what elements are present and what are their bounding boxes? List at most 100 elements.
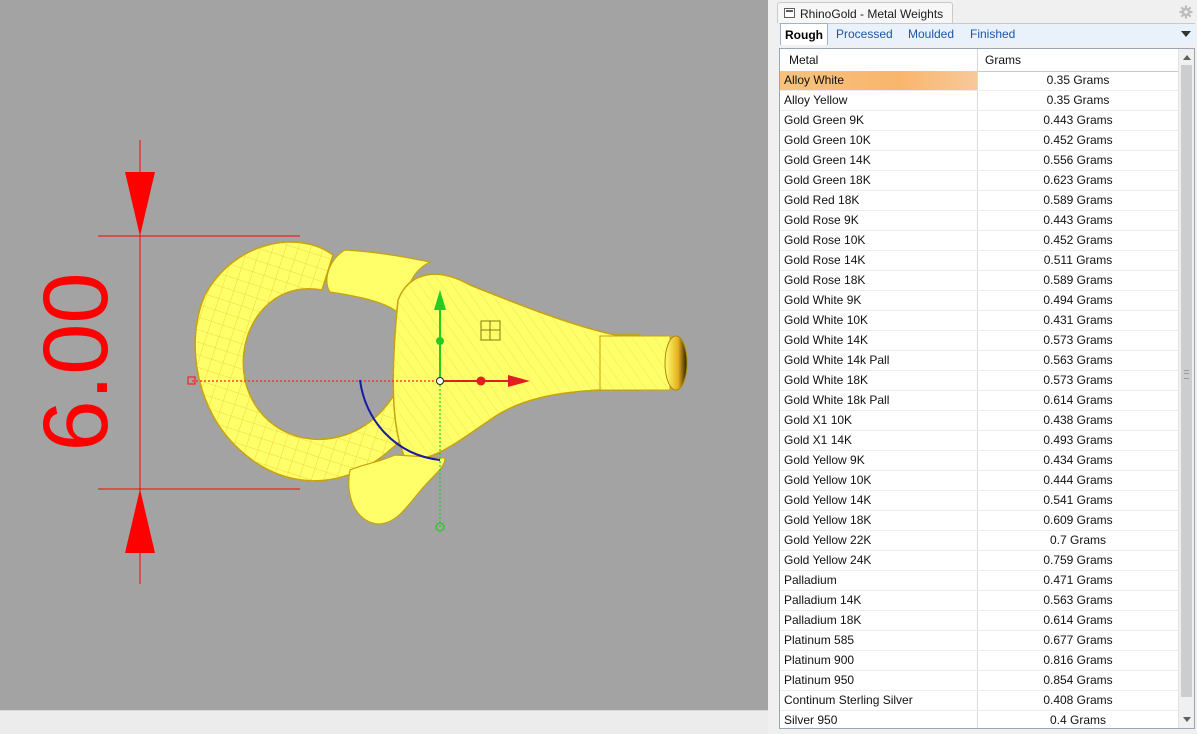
scroll-down-icon[interactable] <box>1183 717 1191 722</box>
cell-metal: Alloy Yellow <box>780 91 978 110</box>
cell-grams: 0.4 Grams <box>1049 713 1106 727</box>
dimension-arrow-top-icon <box>125 172 155 236</box>
cell-metal: Gold White 18k Pall <box>780 391 978 410</box>
cell-metal: Palladium <box>780 571 978 590</box>
tab-moulded[interactable]: Moulded <box>904 24 958 45</box>
table-row[interactable]: Gold Green 18K 0.623 Grams <box>780 171 1178 191</box>
viewport-canvas[interactable]: 6.00 <box>0 0 768 710</box>
table-row[interactable]: Palladium 0.471 Grams <box>780 571 1178 591</box>
table-row[interactable]: Palladium 18K 0.614 Grams <box>780 611 1178 631</box>
dimension-arrow-bottom-icon <box>125 489 155 553</box>
weight-mode-tabs: Rough Processed Moulded Finished <box>779 23 1195 45</box>
table-row[interactable]: Gold White 18K 0.573 Grams <box>780 371 1178 391</box>
cell-grams: 0.471 Grams <box>1043 573 1113 587</box>
cell-metal: Palladium 18K <box>780 611 978 630</box>
table-row[interactable]: Gold Yellow 22K 0.7 Grams <box>780 531 1178 551</box>
cell-grams: 0.35 Grams <box>1046 73 1110 87</box>
cell-metal: Palladium 14K <box>780 591 978 610</box>
cell-grams: 0.431 Grams <box>1043 313 1113 327</box>
table-row[interactable]: Alloy White 0.35 Grams <box>780 71 1178 91</box>
table-row[interactable]: Gold Yellow 14K 0.541 Grams <box>780 491 1178 511</box>
cell-metal: Gold Yellow 18K <box>780 511 978 530</box>
cell-metal: Platinum 585 <box>780 631 978 650</box>
cell-metal: Gold Rose 14K <box>780 251 978 270</box>
cell-metal: Gold Green 18K <box>780 171 978 190</box>
cell-metal: Gold Yellow 22K <box>780 531 978 550</box>
table-row[interactable]: Gold White 18k Pall 0.614 Grams <box>780 391 1178 411</box>
cell-grams: 0.493 Grams <box>1043 433 1113 447</box>
cell-metal: Continum Sterling Silver <box>780 691 978 710</box>
table-row[interactable]: Gold Rose 18K 0.589 Grams <box>780 271 1178 291</box>
table-row[interactable]: Palladium 14K 0.563 Grams <box>780 591 1178 611</box>
cell-metal: Gold Green 10K <box>780 131 978 150</box>
cell-metal: Gold Yellow 9K <box>780 451 978 470</box>
cell-grams: 0.573 Grams <box>1043 333 1113 347</box>
table-row[interactable]: Gold Rose 14K 0.511 Grams <box>780 251 1178 271</box>
table-row[interactable]: Platinum 900 0.816 Grams <box>780 651 1178 671</box>
table-row[interactable]: Platinum 950 0.854 Grams <box>780 671 1178 691</box>
table-row[interactable]: Gold Green 14K 0.556 Grams <box>780 151 1178 171</box>
table-row[interactable]: Continum Sterling Silver 0.408 Grams <box>780 691 1178 711</box>
table-row[interactable]: Silver 950 0.4 Grams <box>780 711 1178 728</box>
cell-grams: 0.452 Grams <box>1043 233 1113 247</box>
viewport-status-strip <box>0 710 768 734</box>
metal-weights-panel: RhinoGold - Metal Weights Rough Processe… <box>777 0 1197 733</box>
table-row[interactable]: Gold X1 10K 0.438 Grams <box>780 411 1178 431</box>
cell-metal: Gold Red 18K <box>780 191 978 210</box>
cell-metal: Gold Green 9K <box>780 111 978 130</box>
panel-splitter[interactable] <box>768 0 777 733</box>
table-row[interactable]: Gold Green 9K 0.443 Grams <box>780 111 1178 131</box>
gear-icon[interactable] <box>1179 5 1193 19</box>
cell-grams: 0.438 Grams <box>1043 413 1113 427</box>
column-header-metal[interactable]: Metal <box>780 49 978 71</box>
table-header: Metal Grams <box>780 49 1178 72</box>
cell-grams: 0.434 Grams <box>1043 453 1113 467</box>
cell-metal: Gold White 14K <box>780 331 978 350</box>
scrollbar-thumb[interactable] <box>1181 65 1192 697</box>
cell-metal: Gold Rose 9K <box>780 211 978 230</box>
cell-grams: 0.854 Grams <box>1043 673 1113 687</box>
cell-grams: 0.677 Grams <box>1043 633 1113 647</box>
table-row[interactable]: Gold Yellow 24K 0.759 Grams <box>780 551 1178 571</box>
table-row[interactable]: Gold Yellow 10K 0.444 Grams <box>780 471 1178 491</box>
tab-rough[interactable]: Rough <box>780 23 828 45</box>
table-row[interactable]: Gold Yellow 9K 0.434 Grams <box>780 451 1178 471</box>
table-row[interactable]: Gold White 14k Pall 0.563 Grams <box>780 351 1178 371</box>
cell-grams: 0.408 Grams <box>1043 693 1113 707</box>
cell-grams: 0.589 Grams <box>1043 193 1113 207</box>
table-row[interactable]: Platinum 585 0.677 Grams <box>780 631 1178 651</box>
cell-metal: Gold Rose 18K <box>780 271 978 290</box>
panel-tab[interactable]: RhinoGold - Metal Weights <box>777 2 953 23</box>
table-body: Alloy White 0.35 Grams Alloy Yellow 0.35 Gr… <box>780 71 1178 728</box>
cell-grams: 0.563 Grams <box>1043 593 1113 607</box>
dimension-annotation[interactable]: 6.00 <box>25 140 300 584</box>
column-header-grams[interactable]: Grams <box>978 49 1178 71</box>
tab-processed[interactable]: Processed <box>832 24 897 45</box>
table-row[interactable]: Gold Rose 10K 0.452 Grams <box>780 231 1178 251</box>
vertical-scrollbar[interactable] <box>1178 49 1194 728</box>
cell-grams: 0.35 Grams <box>1046 93 1110 107</box>
cell-grams: 0.614 Grams <box>1043 393 1113 407</box>
scroll-up-icon[interactable] <box>1183 55 1191 60</box>
table-row[interactable]: Gold White 14K 0.573 Grams <box>780 331 1178 351</box>
table-row[interactable]: Gold White 9K 0.494 Grams <box>780 291 1178 311</box>
dropdown-arrow-icon[interactable] <box>1181 31 1191 37</box>
table-row[interactable]: Gold Red 18K 0.589 Grams <box>780 191 1178 211</box>
table-row[interactable]: Gold X1 14K 0.493 Grams <box>780 431 1178 451</box>
metal-weights-table: Metal Grams Alloy White 0.35 Grams Alloy Y… <box>779 48 1195 729</box>
table-row[interactable]: Gold White 10K 0.431 Grams <box>780 311 1178 331</box>
table-row[interactable]: Gold Green 10K 0.452 Grams <box>780 131 1178 151</box>
cell-metal: Gold X1 14K <box>780 431 978 450</box>
cell-grams: 0.556 Grams <box>1043 153 1113 167</box>
cell-grams: 0.494 Grams <box>1043 293 1113 307</box>
table-row[interactable]: Gold Yellow 18K 0.609 Grams <box>780 511 1178 531</box>
3d-viewport[interactable]: 6.00 <box>0 0 768 710</box>
tab-finished[interactable]: Finished <box>966 24 1019 45</box>
cell-grams: 0.452 Grams <box>1043 133 1113 147</box>
table-row[interactable]: Gold Rose 9K 0.443 Grams <box>780 211 1178 231</box>
table-row[interactable]: Alloy Yellow 0.35 Grams <box>780 91 1178 111</box>
cell-grams: 0.511 Grams <box>1043 253 1113 267</box>
cell-metal: Gold Rose 10K <box>780 231 978 250</box>
cell-grams: 0.759 Grams <box>1043 553 1113 567</box>
panel-title: RhinoGold - Metal Weights <box>800 7 944 21</box>
